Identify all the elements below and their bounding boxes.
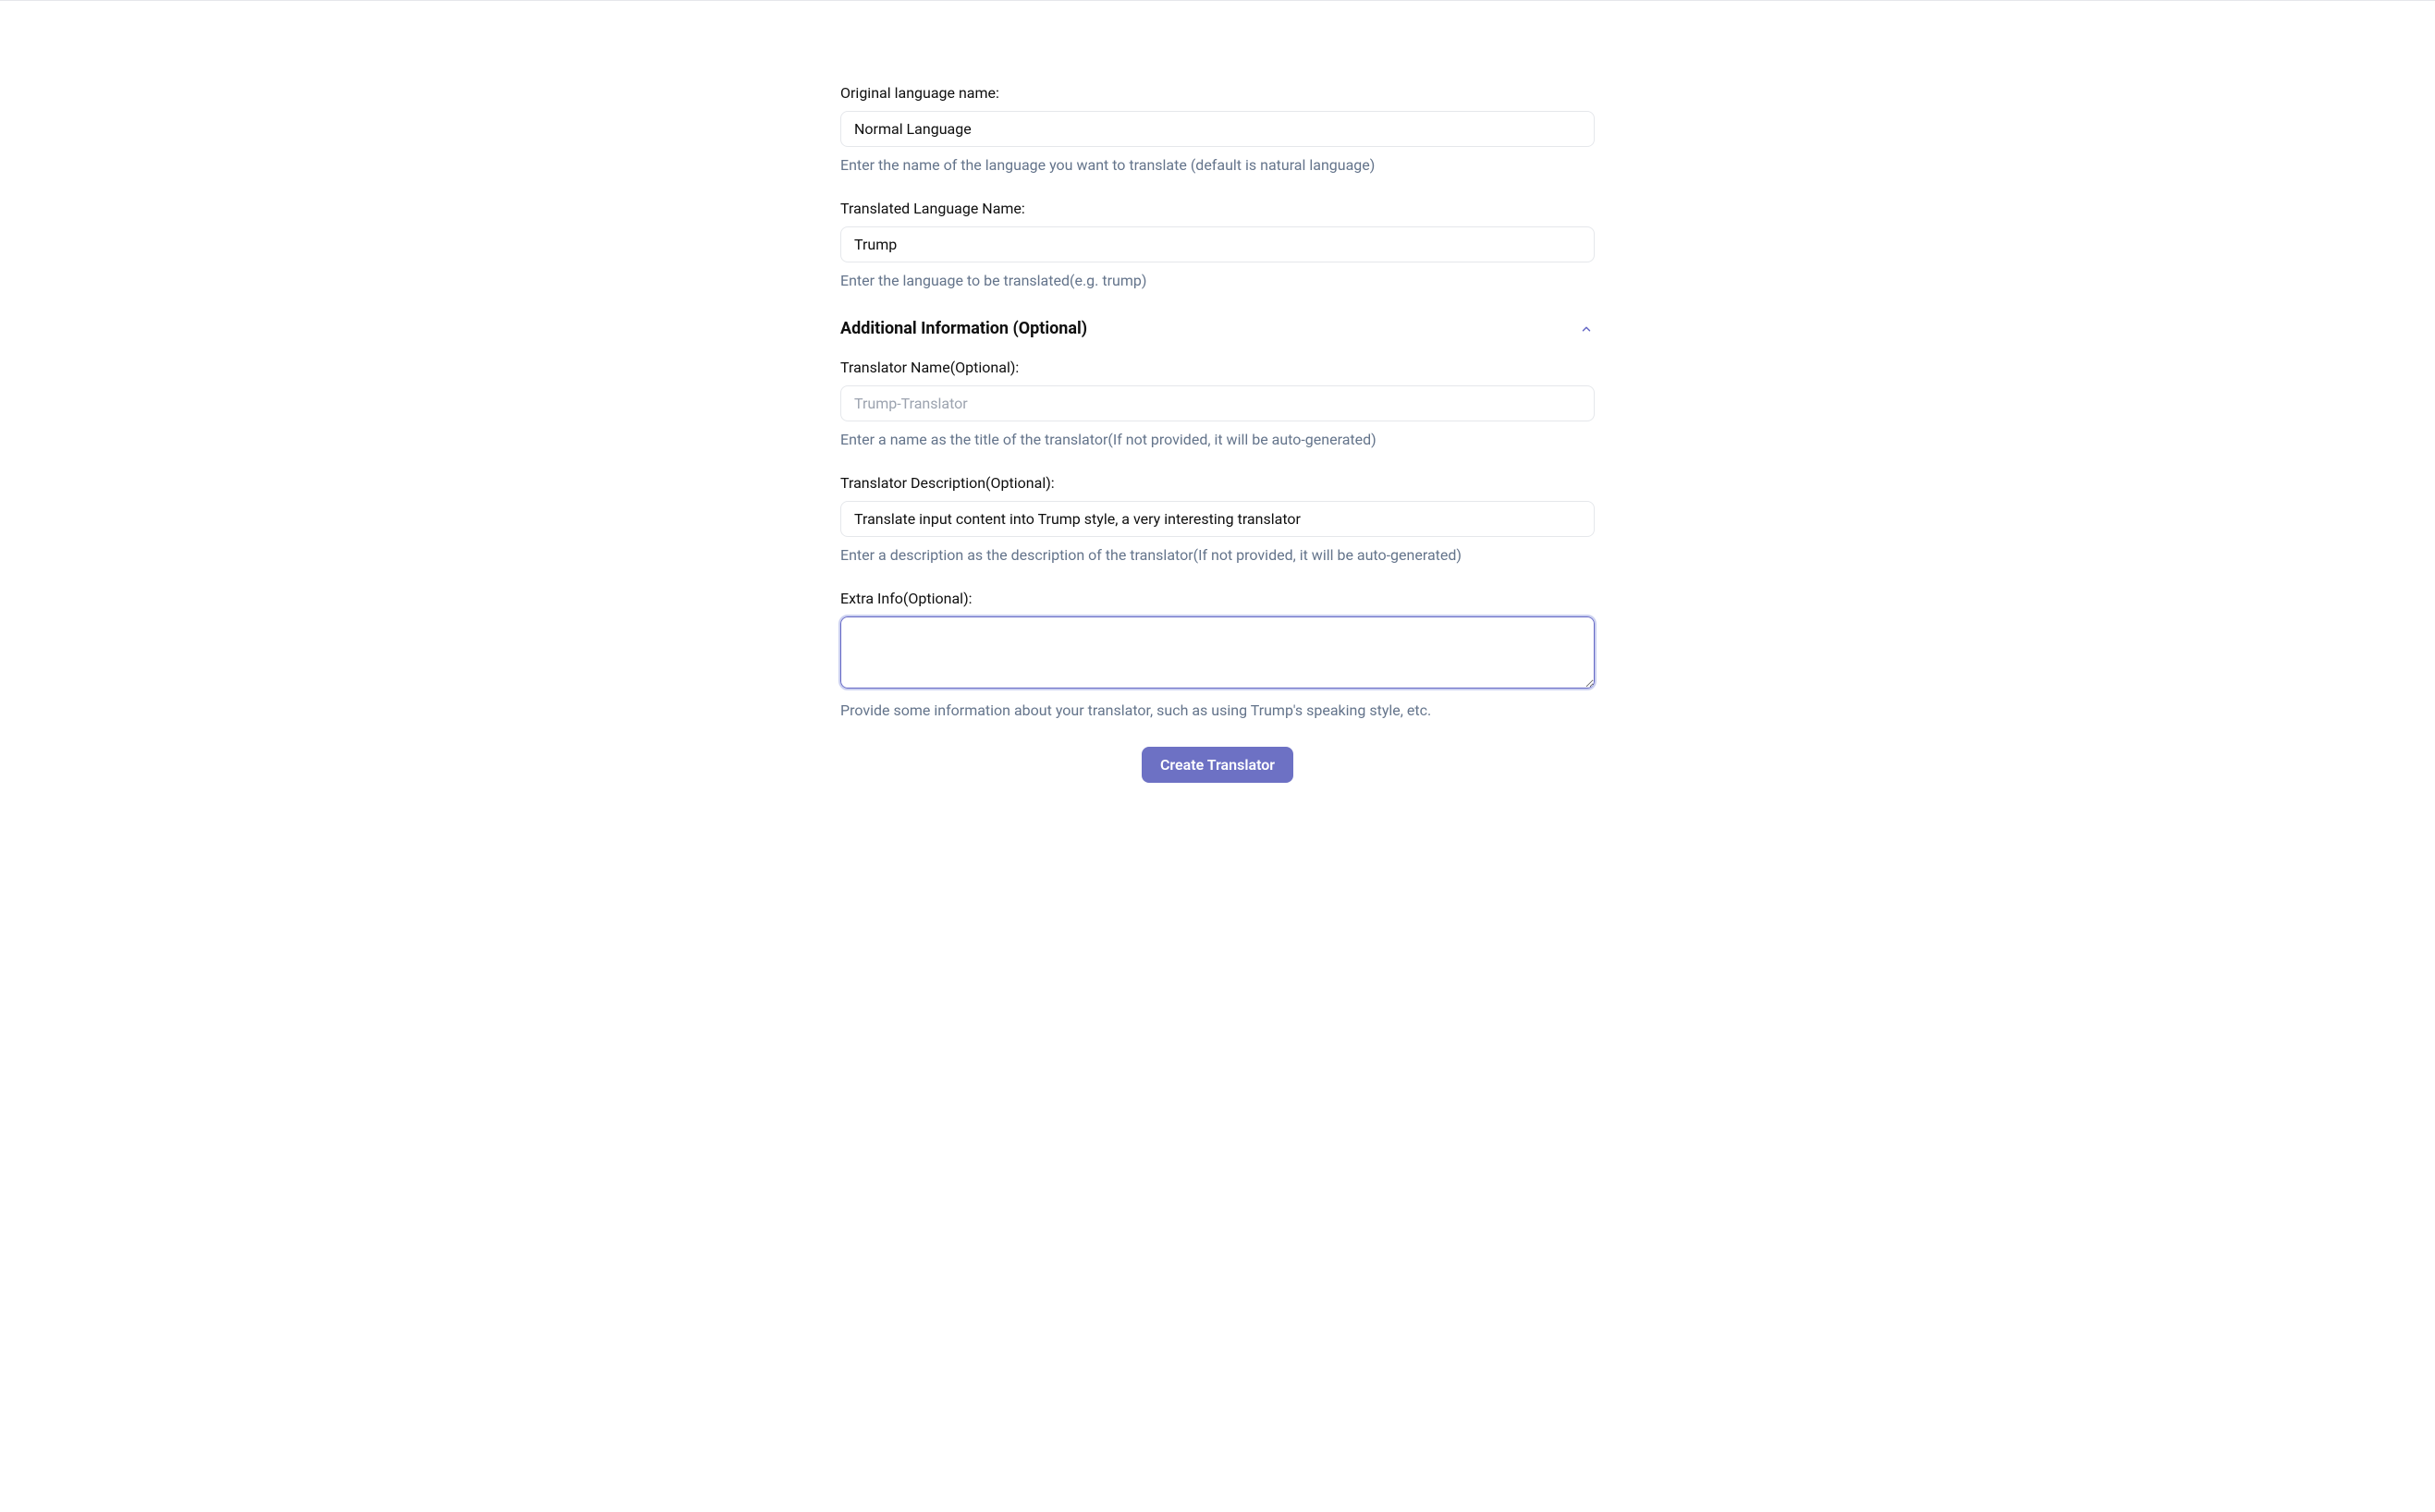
create-translator-button[interactable]: Create Translator: [1142, 747, 1293, 783]
translator-description-label: Translator Description(Optional):: [840, 474, 1595, 492]
translator-name-group: Translator Name(Optional): Enter a name …: [840, 359, 1595, 448]
translator-description-group: Translator Description(Optional): Enter …: [840, 474, 1595, 564]
translator-description-hint: Enter a description as the description o…: [840, 546, 1595, 564]
submit-container: Create Translator: [840, 747, 1595, 783]
original-language-hint: Enter the name of the language you want …: [840, 156, 1595, 174]
translated-language-input[interactable]: [840, 226, 1595, 262]
translator-name-hint: Enter a name as the title of the transla…: [840, 431, 1595, 448]
extra-info-group: Extra Info(Optional): Provide some infor…: [840, 590, 1595, 719]
translated-language-hint: Enter the language to be translated(e.g.…: [840, 272, 1595, 289]
original-language-group: Original language name: Enter the name o…: [840, 84, 1595, 174]
extra-info-textarea[interactable]: [840, 616, 1595, 689]
translated-language-group: Translated Language Name: Enter the lang…: [840, 200, 1595, 289]
additional-info-header[interactable]: Additional Information (Optional): [840, 319, 1595, 338]
translator-description-input[interactable]: [840, 501, 1595, 537]
extra-info-hint: Provide some information about your tran…: [840, 701, 1595, 719]
extra-info-label: Extra Info(Optional):: [840, 590, 1595, 607]
original-language-input[interactable]: [840, 111, 1595, 147]
translator-name-input[interactable]: [840, 385, 1595, 421]
original-language-label: Original language name:: [840, 84, 1595, 102]
translated-language-label: Translated Language Name:: [840, 200, 1595, 217]
chevron-up-icon: [1578, 321, 1595, 337]
additional-info-title: Additional Information (Optional): [840, 319, 1087, 338]
translator-name-label: Translator Name(Optional):: [840, 359, 1595, 376]
